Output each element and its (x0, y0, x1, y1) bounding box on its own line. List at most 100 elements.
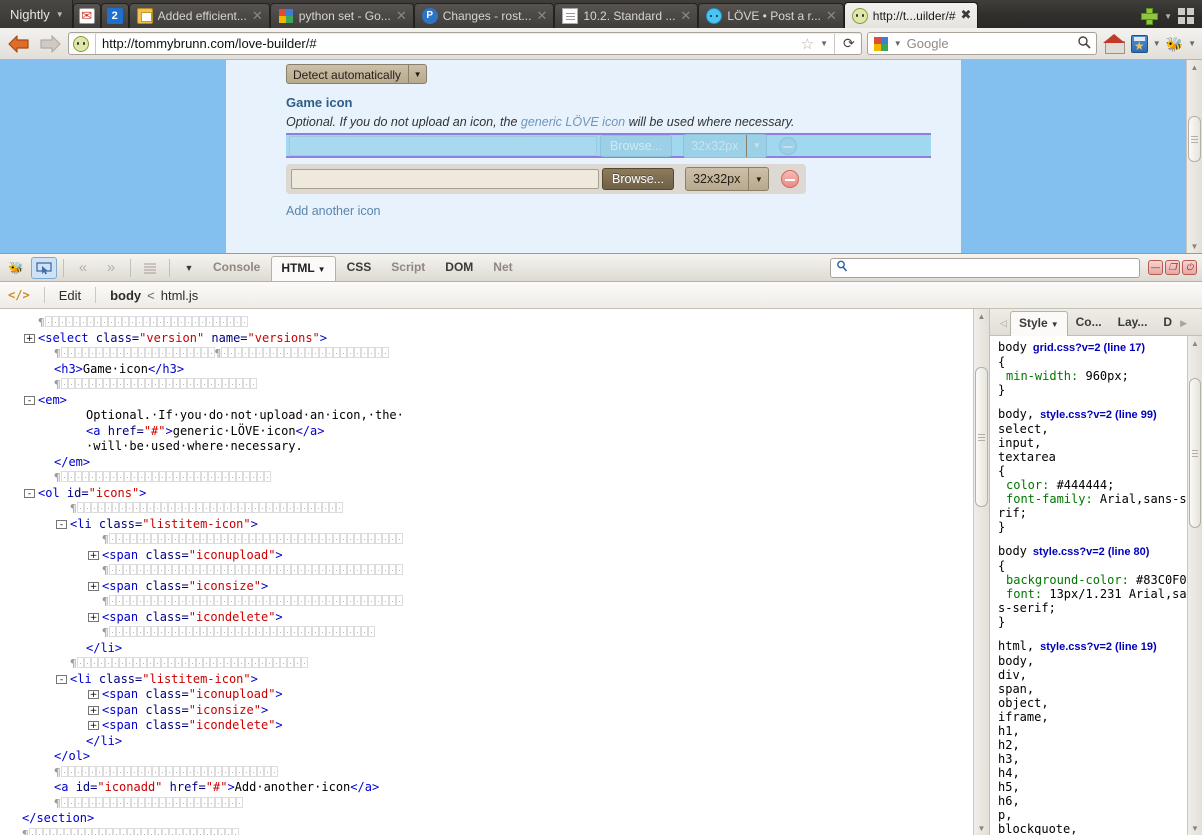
html-source[interactable]: ¶ + <select class="version" name="versions… (0, 309, 989, 835)
breadcrumb-node-body[interactable]: body (96, 288, 141, 303)
reload-icon[interactable]: ⟳ (841, 35, 857, 52)
css-property[interactable]: background-color: (998, 573, 1136, 587)
html-source-line[interactable]: - <li class="listitem-icon"> (0, 672, 989, 688)
tab-computed[interactable]: Co... (1068, 311, 1110, 335)
next-icon[interactable]: » (98, 257, 124, 279)
html-source-line[interactable]: + <span class="icondelete"> (0, 718, 989, 734)
html-source-line[interactable]: ¶ (0, 796, 989, 812)
tab-love-post[interactable]: LÖVE • Post a r... ✕ (698, 3, 844, 28)
css-value[interactable]: 960px; (1085, 369, 1128, 383)
css-declaration[interactable]: font: 13px/1.231 Arial,sans-serif; (998, 587, 1196, 615)
inspect-element-icon[interactable] (31, 256, 57, 279)
chevron-down-icon[interactable]: ▼ (176, 257, 202, 279)
add-another-icon-link[interactable]: Add another icon (286, 204, 381, 218)
firebug-bee-icon[interactable]: 🐝 (1166, 37, 1183, 51)
css-source-link[interactable]: style.css?v=2 (line 80) (1033, 546, 1149, 558)
css-property[interactable]: font-family: (998, 492, 1100, 506)
html-source-line[interactable]: Optional.·If·you·do·not·upload·an·icon,·… (0, 408, 989, 424)
scroll-up-icon[interactable]: ▲ (975, 309, 989, 323)
tab-love-builder-active[interactable]: http://t...uilder/# ✖ (843, 2, 979, 28)
home-icon[interactable] (1102, 32, 1126, 56)
collapse-icon[interactable]: - (24, 395, 35, 405)
css-property[interactable]: color: (998, 478, 1057, 492)
minimize-icon[interactable]: — (1148, 260, 1163, 275)
close-icon[interactable]: ✕ (680, 10, 691, 23)
close-icon[interactable]: ⏻ (1182, 260, 1197, 275)
new-tab-icon[interactable] (1140, 7, 1159, 25)
html-source-line[interactable]: ¶ (0, 827, 989, 835)
html-panel[interactable]: ¶ + <select class="version" name="versions… (0, 309, 990, 835)
html-source-line[interactable]: <h3>Game·icon</h3> (0, 362, 989, 378)
delete-icon[interactable] (779, 136, 798, 155)
html-source-line[interactable]: ¶ (0, 656, 989, 672)
close-icon[interactable]: ✕ (536, 10, 547, 23)
style-panel-scrollbar[interactable]: ▲ ▼ (1187, 336, 1202, 835)
chevron-down-icon[interactable]: ▼ (1164, 12, 1172, 21)
html-source-line[interactable]: ¶ (0, 377, 989, 393)
html-source-line[interactable]: - <li class="listitem-icon"> (0, 517, 989, 533)
tab-python-set-google[interactable]: python set - Go... ✕ (269, 3, 414, 28)
html-source-line[interactable]: <a href="#">generic·LÖVE·icon</a> (0, 424, 989, 440)
expand-icon[interactable]: + (88, 721, 99, 731)
html-source-line[interactable]: <a id="iconadd" href="#">Add·another·ico… (0, 780, 989, 796)
html-source-line[interactable]: </li> (0, 641, 989, 657)
tab-css[interactable]: CSS (338, 256, 381, 279)
css-rule[interactable]: body, style.css?v=2 (line 99) select, input… (998, 407, 1196, 534)
collapse-icon[interactable]: - (24, 488, 35, 498)
html-source-line[interactable]: + <span class="iconsize"> (0, 579, 989, 595)
chevron-down-icon[interactable]: ▼ (1188, 39, 1196, 48)
tab-dom[interactable]: DOM (436, 256, 482, 279)
style-rules-container[interactable]: body grid.css?v=2 (line 17){min-width: 96… (990, 336, 1202, 835)
scroll-down-icon[interactable]: ▼ (1188, 821, 1202, 835)
css-rules[interactable]: body grid.css?v=2 (line 17){min-width: 96… (990, 336, 1202, 835)
scroll-right-icon[interactable]: ▶ (1180, 318, 1190, 335)
html-source-line[interactable]: ¶ (0, 315, 989, 331)
css-property[interactable]: min-width: (998, 369, 1085, 383)
breadcrumb-file[interactable]: html.js (161, 288, 199, 303)
css-value[interactable]: #444444; (1057, 478, 1115, 492)
icon-size-select[interactable]: 32x32px ▼ (683, 133, 768, 158)
html-source-line[interactable]: </ol> (0, 749, 989, 765)
css-declaration[interactable]: min-width: 960px; (998, 369, 1196, 383)
url-bar[interactable]: http://tommybrunn.com/love-builder/# ☆ ▼… (68, 32, 862, 55)
css-declaration[interactable]: font-family: Arial,sans-serif; (998, 492, 1196, 520)
close-icon[interactable]: ✕ (396, 10, 407, 23)
tab-script[interactable]: Script (382, 256, 434, 279)
html-source-line[interactable]: ¶ (0, 563, 989, 579)
scrollbar-thumb[interactable] (1188, 116, 1201, 162)
css-declaration[interactable]: background-color: #83C0F0; (998, 573, 1196, 587)
edit-button[interactable]: Edit (45, 288, 95, 303)
html-source-line[interactable]: - <em> (0, 393, 989, 409)
url-text[interactable]: http://tommybrunn.com/love-builder/# (102, 36, 795, 51)
css-declaration[interactable]: color: #444444; (998, 478, 1196, 492)
css-source-link[interactable]: grid.css?v=2 (line 17) (1033, 342, 1145, 354)
tab-standard-docs[interactable]: 10.2. Standard ... ✕ (554, 3, 699, 28)
html-source-line[interactable]: ¶ (0, 532, 989, 548)
close-icon[interactable]: ✕ (252, 10, 263, 23)
tab-groups-icon[interactable] (1178, 8, 1194, 24)
google-icon[interactable] (873, 36, 889, 52)
scroll-left-icon[interactable]: ◁ (1000, 318, 1010, 335)
bookmarks-icon[interactable] (1130, 34, 1148, 53)
scrollbar-thumb[interactable] (975, 367, 988, 507)
search-bar[interactable]: ▼ Google (866, 32, 1097, 55)
chevron-down-icon[interactable]: ▼ (1153, 39, 1161, 48)
page-vertical-scrollbar[interactable]: ▲ ▼ (1186, 60, 1202, 253)
scroll-down-icon[interactable]: ▼ (975, 821, 989, 835)
html-source-line[interactable]: ¶ ¶ (0, 346, 989, 362)
scrollbar-thumb[interactable] (1189, 378, 1201, 528)
html-source-line[interactable]: </li> (0, 734, 989, 750)
tab-net[interactable]: Net (484, 256, 521, 279)
css-rule[interactable]: body grid.css?v=2 (line 17) {min-width: 96… (998, 340, 1196, 397)
scroll-up-icon[interactable]: ▲ (1188, 336, 1202, 350)
icon-size-select[interactable]: 32x32px ▼ (685, 167, 770, 191)
close-icon[interactable]: ✖ (961, 9, 972, 22)
firebug-bee-icon[interactable]: 🐝 (3, 257, 29, 279)
back-button-icon[interactable] (6, 33, 32, 55)
firefox-app-menu-button[interactable]: Nightly ▼ (0, 0, 73, 28)
delete-icon[interactable] (781, 170, 800, 188)
html-source-line[interactable]: ¶ (0, 470, 989, 486)
browse-button[interactable]: Browse... (600, 134, 673, 157)
forward-button-icon[interactable] (37, 33, 63, 55)
chevron-down-icon[interactable]: ▼ (894, 39, 902, 48)
